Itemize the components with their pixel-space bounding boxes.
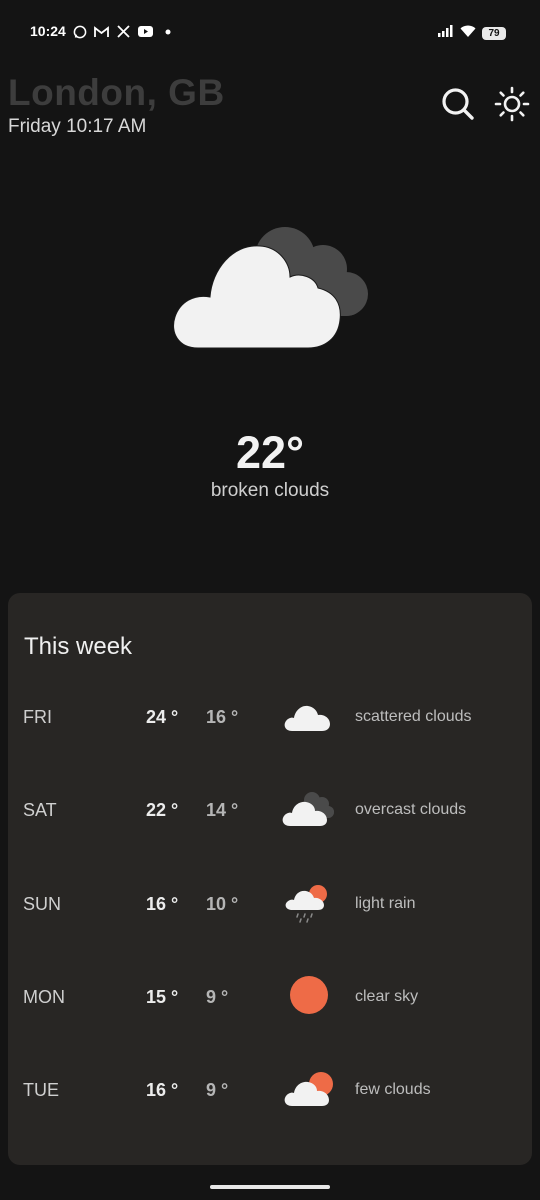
youtube-icon xyxy=(138,24,153,39)
whatsapp-icon xyxy=(72,24,87,39)
light-rain-icon xyxy=(280,878,336,926)
forecast-low: 10 ° xyxy=(206,894,239,914)
status-bar: 10:24 79 xyxy=(0,0,540,62)
search-button[interactable] xyxy=(440,86,476,122)
forecast-day: SAT xyxy=(23,800,57,820)
current-datetime: Friday 10:17 AM xyxy=(8,116,147,137)
x-icon xyxy=(116,24,131,39)
forecast-row-mon: MON 15 ° 9 ° clear sky xyxy=(8,967,532,1027)
few-clouds-icon xyxy=(280,1064,336,1112)
forecast-low: 16 ° xyxy=(206,707,239,727)
forecast-row-tue: TUE 16 ° 9 ° few clouds xyxy=(8,1060,532,1120)
current-description: broken clouds xyxy=(210,480,330,501)
forecast-description: overcast clouds xyxy=(355,801,467,818)
forecast-low: 9 ° xyxy=(206,1080,229,1100)
broken-clouds-icon xyxy=(170,222,370,352)
system-icons: 79 xyxy=(438,24,506,42)
week-title: This week xyxy=(24,633,133,660)
forecast-day: MON xyxy=(23,987,65,1007)
current-temperature: 22° xyxy=(235,427,305,478)
forecast-high: 16 ° xyxy=(146,894,179,914)
forecast-row-sun: SUN 16 ° 10 ° light rain xyxy=(8,874,532,934)
forecast-day: SUN xyxy=(23,894,62,914)
forecast-high: 16 ° xyxy=(146,1080,179,1100)
city-name: London, GB xyxy=(8,72,225,113)
forecast-day: TUE xyxy=(23,1080,59,1100)
forecast-description: light rain xyxy=(355,895,416,912)
signal-icon xyxy=(438,24,454,42)
forecast-high: 15 ° xyxy=(146,987,179,1007)
forecast-low: 9 ° xyxy=(206,987,229,1007)
scattered-clouds-icon xyxy=(280,691,336,739)
forecast-row-sat: SAT 22 ° 14 ° overcast clouds xyxy=(8,780,532,840)
location-header: London, GB Friday 10:17 AM xyxy=(8,72,225,138)
search-icon xyxy=(442,88,474,120)
notification-icons xyxy=(72,24,175,39)
gmail-icon xyxy=(94,24,109,39)
status-time: 10:24 xyxy=(30,23,66,39)
battery-icon: 79 xyxy=(482,26,506,40)
forecast-description: clear sky xyxy=(355,988,419,1005)
theme-toggle-button[interactable] xyxy=(494,86,530,122)
dot-icon xyxy=(160,24,175,39)
forecast-high: 24 ° xyxy=(146,707,179,727)
home-indicator[interactable] xyxy=(210,1185,330,1189)
clear-sky-icon xyxy=(280,971,336,1019)
forecast-day: FRI xyxy=(23,707,52,727)
sun-icon xyxy=(494,86,530,122)
forecast-description: scattered clouds xyxy=(355,708,472,725)
forecast-row-fri: FRI 24 ° 16 ° scattered clouds xyxy=(8,687,532,747)
weekly-forecast-card: This week FRI 24 ° 16 ° scattered clouds… xyxy=(8,593,532,1165)
forecast-description: few clouds xyxy=(355,1081,431,1098)
wifi-icon xyxy=(460,24,476,42)
overcast-clouds-icon xyxy=(280,784,336,832)
forecast-high: 22 ° xyxy=(146,800,179,820)
forecast-low: 14 ° xyxy=(206,800,239,820)
